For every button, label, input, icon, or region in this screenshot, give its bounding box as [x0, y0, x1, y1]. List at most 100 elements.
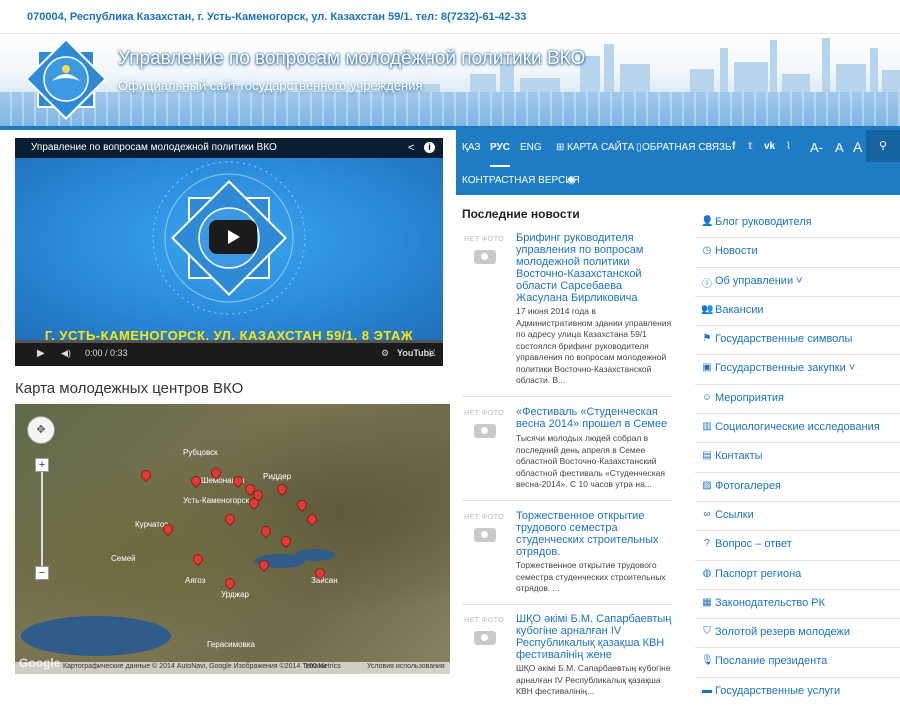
sidebar-item-golden-reserve[interactable]: ⛉ Золотой резерв молодежи	[695, 619, 900, 649]
map-zoom-out-button[interactable]: −	[35, 566, 49, 580]
sidebar-item-about[interactable]: ⓘ Об управлении ˅	[695, 268, 900, 297]
camera-icon	[474, 528, 496, 542]
sidebar-item-label[interactable]: Ссылки	[715, 509, 754, 521]
map-zoom-in-button[interactable]: +	[35, 458, 49, 472]
map-terms-link[interactable]: Условия использования	[367, 663, 445, 670]
font-normal-button[interactable]: A	[835, 140, 844, 155]
sidebar-item-research[interactable]: ▥ Социологические исследования	[695, 414, 900, 444]
map-marker[interactable]	[190, 551, 206, 567]
sidebar-item-label[interactable]: Фотогалерея	[715, 480, 781, 492]
news-title-link[interactable]: «Фестиваль «Студенческая весна 2014» про…	[516, 406, 674, 430]
book-icon: ▦	[702, 596, 712, 608]
sidebar-item-label[interactable]: Мероприятия	[715, 392, 784, 404]
sidebar-item-label[interactable]: Законодательство РК	[715, 597, 825, 609]
sidebar-item-vacancies[interactable]: 👥 Вакансии	[695, 297, 900, 327]
share-icon[interactable]: <	[408, 142, 414, 154]
sidebar-item-procurement[interactable]: ▣ Государственные закупки ˅	[695, 355, 900, 385]
sidebar-item-label[interactable]: Паспорт региона	[715, 568, 801, 580]
twitter-icon[interactable]: 𝕥	[748, 141, 753, 152]
news-thumbnail[interactable]: НЕТ ФОТО	[462, 410, 510, 450]
contrast-version-link[interactable]: КОНТРАСТНАЯ ВЕРСИЯ	[462, 175, 580, 186]
sidebar-item-label[interactable]: Контакты	[715, 450, 763, 462]
sidebar-item-label[interactable]: Новости	[715, 245, 758, 257]
map-marker[interactable]	[222, 575, 238, 591]
lang-ru-link[interactable]: РУС	[490, 142, 510, 167]
map-marker[interactable]	[222, 511, 238, 527]
lake-shape	[295, 549, 335, 561]
info-icon: ⓘ	[702, 278, 712, 290]
sidebar-item-faq[interactable]: ? Вопрос – ответ	[695, 531, 900, 561]
font-decrease-button[interactable]: A-	[810, 140, 823, 155]
video-progress-bar[interactable]	[15, 340, 443, 343]
map-scale: 100 км	[305, 663, 327, 670]
site-logo[interactable]	[24, 36, 108, 122]
map-place-label: Риддер	[263, 472, 292, 481]
sidebar-item-label[interactable]: Вакансии	[715, 304, 764, 316]
news-title-link[interactable]: Торжественное открытие трудового семестр…	[516, 510, 674, 558]
settings-icon[interactable]: ⚙	[381, 348, 389, 359]
sidebar-item-links[interactable]: ∞ Ссылки	[695, 502, 900, 532]
news-thumbnail[interactable]: НЕТ ФОТО	[462, 514, 510, 554]
news-title-link[interactable]: ШҚО әкімі Б.М. Сапарбаевтың кубогіне арн…	[516, 613, 674, 661]
map-marker[interactable]	[258, 523, 274, 539]
sidebar-item-label[interactable]: Блог руководителя	[715, 216, 812, 228]
sidebar-item-contacts[interactable]: ▤ Контакты	[695, 443, 900, 473]
site-title[interactable]: Управление по вопросам молодёжной полити…	[118, 48, 585, 70]
sidebar-item-label[interactable]: Вопрос – ответ	[715, 538, 792, 550]
map-marker[interactable]	[294, 497, 310, 513]
camera-icon	[474, 250, 496, 264]
info-icon[interactable]: i	[424, 142, 435, 153]
sidebar-item-label[interactable]: Послание президента	[715, 655, 827, 667]
map-marker[interactable]	[304, 511, 320, 527]
news-title-link[interactable]: Брифинг руководителя управления по вопро…	[516, 232, 674, 304]
news-thumbnail[interactable]: НЕТ ФОТО	[462, 236, 510, 276]
map-marker[interactable]	[138, 467, 154, 483]
feedback-link[interactable]: ОБРАТНАЯ СВЯЗЬ	[642, 142, 732, 153]
lang-en-link[interactable]: ENG	[520, 142, 542, 153]
map-pan-control[interactable]: ✥	[27, 416, 55, 444]
sidebar-menu: 👤 Блог руководителя ◷ Новости ⓘ Об управлен…	[695, 209, 900, 706]
google-map[interactable]: Рубцовск Шемонаиха Риддер Усть-Каменогор…	[15, 404, 450, 674]
sidebar-item-events[interactable]: ☺ Мероприятия	[695, 385, 900, 415]
sidebar-item-label[interactable]: Государственные закупки ˅	[715, 362, 855, 374]
facebook-icon[interactable]: f	[732, 141, 735, 152]
map-place-label: Семей	[111, 554, 136, 563]
no-photo-label: НЕТ ФОТО	[464, 410, 505, 417]
map-marker[interactable]	[274, 481, 290, 497]
lake-shape	[21, 616, 171, 656]
search-icon[interactable]: ⚲	[866, 130, 900, 162]
sidebar-item-public-services[interactable]: ▬ Государственные услуги	[695, 678, 900, 706]
sitemap-link[interactable]: КАРТА САЙТА	[567, 142, 634, 153]
sidebar-item-state-symbols[interactable]: ⚑ Государственные символы	[695, 326, 900, 356]
news-thumbnail[interactable]: НЕТ ФОТО	[462, 617, 510, 657]
sidebar-item-leader-blog[interactable]: 👤 Блог руководителя	[695, 209, 900, 239]
lang-kz-link[interactable]: ҚАЗ	[462, 142, 480, 153]
volume-icon[interactable]: ◀)	[61, 348, 71, 359]
play-icon[interactable]: ▶	[37, 348, 45, 359]
sidebar-item-legislation[interactable]: ▦ Законодательство РК	[695, 590, 900, 620]
sidebar-item-label[interactable]: Золотой резерв молодежи	[715, 626, 850, 638]
news-divider	[462, 396, 672, 397]
picture-icon: ▨	[702, 479, 712, 491]
user-icon: 👤	[701, 216, 714, 227]
sidebar-item-label[interactable]: Государственные символы	[715, 333, 852, 345]
sidebar-item-label[interactable]: Социологические исследования	[715, 421, 880, 433]
map-zoom-slider[interactable]	[41, 472, 43, 566]
play-button[interactable]	[209, 220, 257, 254]
sidebar-item-president-address[interactable]: 🎙 Послание президента	[695, 648, 900, 678]
sidebar-item-news[interactable]: ◷ Новости	[695, 238, 900, 268]
map-place-label: Урджар	[221, 590, 249, 599]
sidebar-item-label[interactable]: Государственные услуги	[715, 685, 840, 697]
top-contact-bar: 070004, Республика Казахстан, г. Усть-Ка…	[0, 0, 900, 34]
fullscreen-icon[interactable]: ⛶	[429, 348, 435, 359]
rss-icon[interactable]: ⌇	[786, 141, 791, 152]
sidebar-item-region-passport[interactable]: ◍ Паспорт региона	[695, 561, 900, 590]
font-increase-button[interactable]: A	[853, 139, 862, 155]
video-title[interactable]: Управление по вопросам молодежной полити…	[31, 142, 277, 153]
vk-icon[interactable]: vk	[764, 141, 775, 152]
youtube-video-player[interactable]: Г. УСТЬ-КАМЕНОГОРСК, УЛ. КАЗАХСТАН 59/1,…	[15, 138, 443, 366]
map-marker[interactable]	[278, 533, 294, 549]
sidebar-item-label[interactable]: Об управлении ˅	[715, 275, 803, 287]
sidebar-item-gallery[interactable]: ▨ Фотогалерея	[695, 473, 900, 502]
map-place-label: Усть-Каменогорск	[183, 496, 250, 505]
